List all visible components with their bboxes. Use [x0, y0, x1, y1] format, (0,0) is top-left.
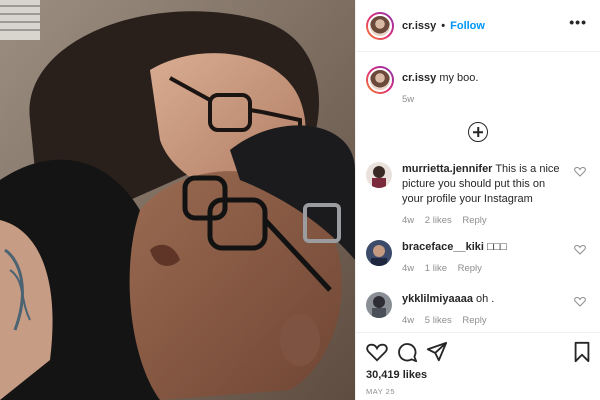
- reply-button[interactable]: Reply: [458, 263, 482, 274]
- heart-icon[interactable]: [574, 166, 586, 177]
- comment-likes[interactable]: 1 like: [425, 263, 447, 274]
- comment-username[interactable]: braceface__kiki: [402, 241, 484, 253]
- heart-icon[interactable]: [366, 341, 388, 363]
- likes-count[interactable]: 30,419 likes: [366, 369, 427, 381]
- plus-circle-icon[interactable]: [468, 122, 488, 142]
- comment-item: ykklilmiyaaaa oh . 4w 5 likes Reply: [366, 292, 596, 328]
- comment-item: braceface__kiki □□□ 4w 1 like Reply: [366, 240, 596, 276]
- more-horizontal-icon[interactable]: •••: [569, 14, 587, 30]
- comment-item: murrietta.jennifer This is a nice pictur…: [366, 162, 596, 228]
- comment-likes[interactable]: 2 likes: [425, 215, 452, 226]
- author-username[interactable]: cr.issy: [402, 20, 436, 32]
- reply-button[interactable]: Reply: [462, 315, 486, 326]
- share-icon[interactable]: [426, 341, 448, 363]
- post-actions: 30,419 likes MAY 25: [356, 332, 600, 400]
- comment-text: oh .: [476, 293, 495, 305]
- separator-dot: •: [441, 19, 446, 32]
- caption-text: my boo.: [439, 72, 479, 84]
- commenter-avatar[interactable]: [366, 292, 392, 318]
- heart-icon[interactable]: [574, 244, 586, 255]
- follow-button[interactable]: Follow: [450, 20, 485, 32]
- caption-timestamp[interactable]: 5w: [402, 94, 478, 105]
- comment-username[interactable]: ykklilmiyaaaa: [402, 293, 473, 305]
- reply-button[interactable]: Reply: [462, 215, 486, 226]
- post-photo[interactable]: [0, 0, 355, 400]
- comment-likes[interactable]: 5 likes: [425, 315, 452, 326]
- comment-icon[interactable]: [396, 341, 418, 363]
- author-avatar[interactable]: [366, 11, 394, 40]
- post-date[interactable]: MAY 25: [366, 387, 395, 396]
- comment-text: □□□: [487, 241, 507, 253]
- commenter-avatar[interactable]: [366, 162, 392, 188]
- comment-time[interactable]: 4w: [402, 215, 414, 226]
- comment-time[interactable]: 4w: [402, 315, 414, 326]
- heart-icon[interactable]: [574, 296, 586, 307]
- caption-avatar[interactable]: [366, 66, 394, 94]
- commenter-avatar[interactable]: [366, 240, 392, 266]
- post-side-panel: cr.issy • Follow ••• cr.issy my boo. 5w …: [355, 0, 600, 400]
- caption-username[interactable]: cr.issy: [402, 72, 436, 84]
- comment-time[interactable]: 4w: [402, 263, 414, 274]
- post-header: cr.issy • Follow •••: [356, 0, 600, 52]
- bookmark-icon[interactable]: [571, 341, 593, 363]
- post-caption: cr.issy my boo. 5w: [366, 66, 596, 105]
- comment-username[interactable]: murrietta.jennifer: [402, 163, 492, 175]
